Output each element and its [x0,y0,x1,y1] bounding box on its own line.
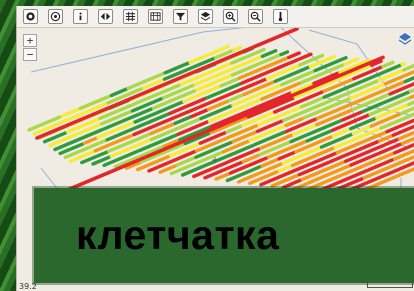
info-button[interactable] [73,9,88,24]
yield-strip-segment [400,61,407,67]
pan-button[interactable] [23,9,38,24]
caption-text: клетчатка [76,212,280,258]
magnifier-plus-icon [225,11,236,22]
yield-strip-segment [381,60,395,69]
filter-icon [175,12,186,21]
table-button[interactable] [148,9,163,24]
yield-strip-boundary [51,55,385,198]
yield-strip-segment [388,80,406,90]
yield-strip-segment [315,154,346,170]
layers-button[interactable] [198,9,213,24]
target-button[interactable] [48,9,63,24]
yield-strips [27,28,414,198]
yield-strip-segment [82,136,99,145]
table-icon [150,12,161,21]
yield-strip-segment [180,161,212,177]
yield-strip-segment [277,164,293,173]
grid-button[interactable] [123,9,138,24]
caption-banner: клетчатка [34,188,414,283]
arrows-lr-icon [100,12,111,21]
target-icon [50,11,61,22]
yield-strip-segment [408,155,414,161]
map-toolbar [17,6,414,28]
yield-strip-segment [298,58,314,67]
yield-strip-segment [248,169,280,186]
yield-strip-segment [287,51,301,60]
yield-strip-segment [235,77,268,93]
grid-icon [125,11,136,22]
yield-strip-segment [279,50,290,57]
map-zoom-in[interactable]: + [23,34,37,47]
yield-strip-segment [402,63,414,72]
zoom-out-button[interactable] [248,9,263,24]
yield-strip-segment [230,55,248,65]
yield-strip-segment [371,63,403,79]
nav-button[interactable] [98,9,113,24]
magnifier-minus-icon [250,11,261,22]
yield-strip-segment [214,172,231,181]
yield-strip-segment [370,167,401,183]
yield-strip-segment [378,134,394,143]
pan-arrows-icon [26,12,35,21]
map-zoom-out[interactable]: − [23,48,37,61]
yield-strip-segment [379,121,396,130]
thermometer-icon [278,11,283,22]
yield-strip-segment [225,124,244,134]
filter-button[interactable] [173,9,188,24]
yield-strip-segment [408,88,414,94]
thermometer-button[interactable] [273,9,288,24]
yield-strip-segment [260,49,278,58]
zoom-in-button[interactable] [223,9,238,24]
yield-strip-segment [333,140,351,150]
layer-switcher-icon[interactable] [398,32,412,46]
yield-strip-segment [312,53,325,61]
yield-strip-segment [343,57,360,66]
info-icon [79,12,82,21]
yield-strip-segment [232,45,243,52]
layers-icon [200,11,211,21]
coordinates-readout: 39.2 [17,282,129,291]
yield-strip-segment [227,93,245,103]
